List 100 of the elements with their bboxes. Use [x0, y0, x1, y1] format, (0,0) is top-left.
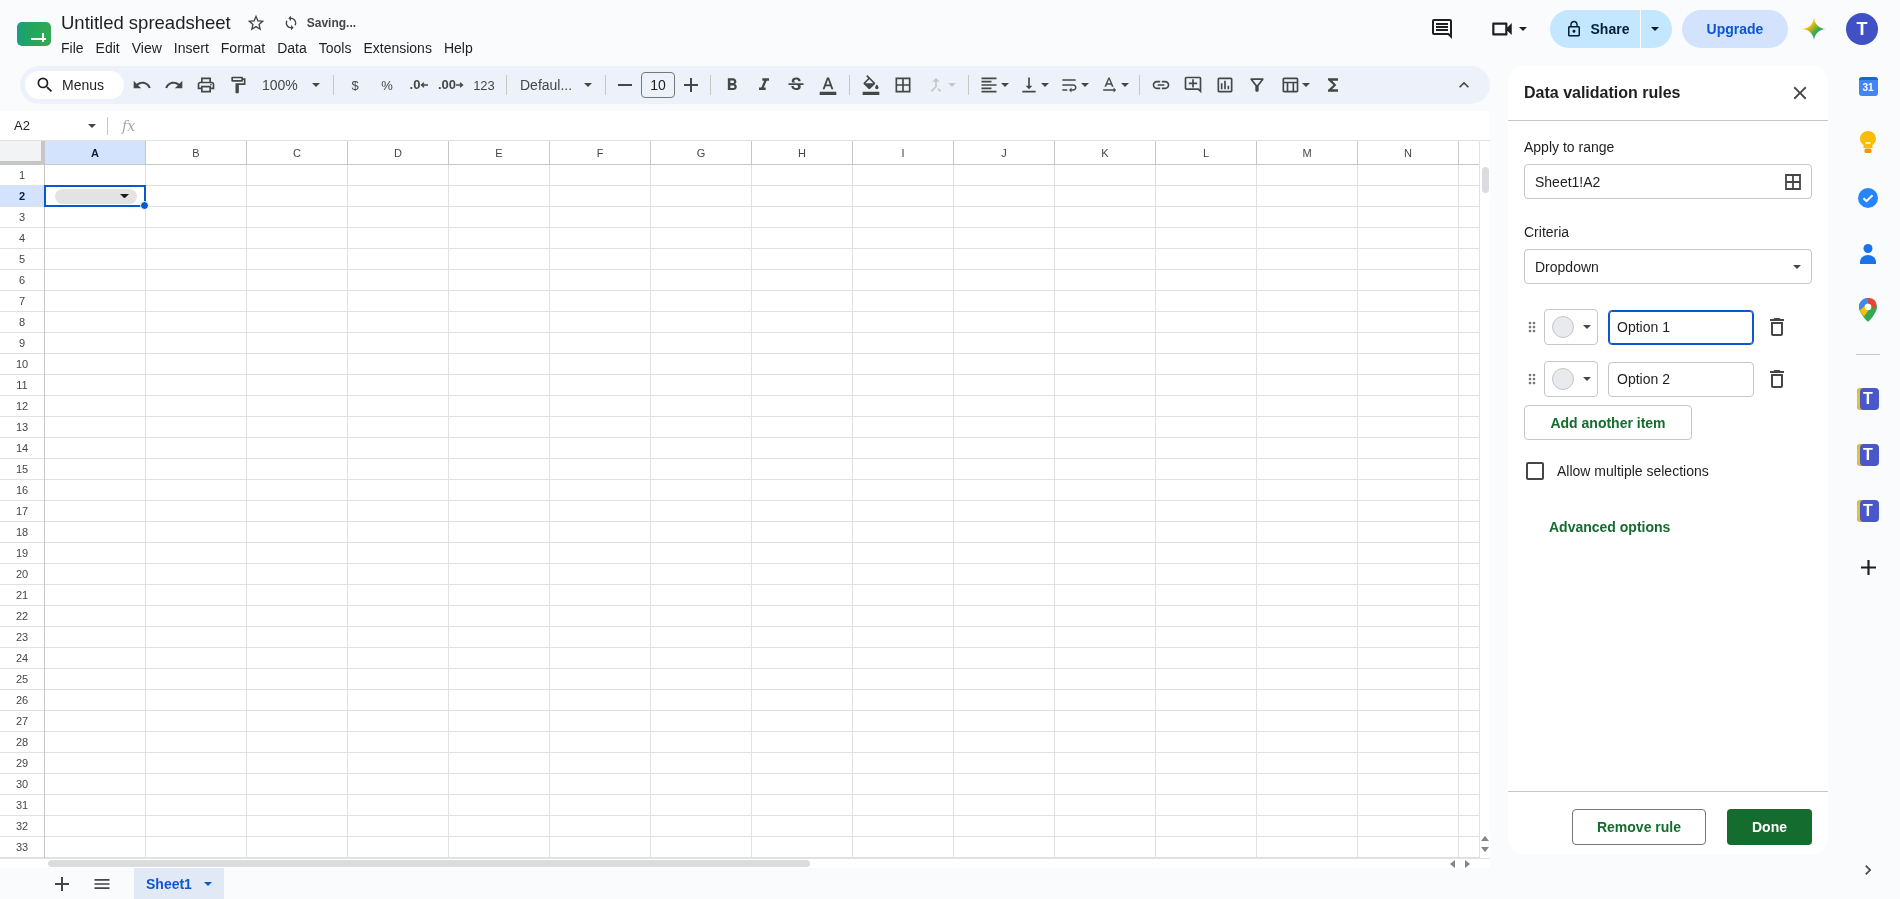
sheet-tab[interactable]: Sheet1: [134, 868, 224, 899]
side-app-button[interactable]: 31: [1850, 68, 1886, 104]
option-input-field[interactable]: Option 1: [1608, 309, 1754, 345]
caret-icon: [584, 83, 592, 87]
caret-icon: [1302, 83, 1310, 87]
scroll-left-icon: [1450, 859, 1455, 868]
percent-format-button[interactable]: %: [373, 71, 401, 99]
option-input-field[interactable]: Option 2: [1608, 361, 1754, 397]
remove-rule-button[interactable]: Remove rule: [1572, 809, 1706, 845]
caret-icon: [120, 193, 129, 199]
addon-button[interactable]: T: [1850, 493, 1886, 529]
number-format-button[interactable]: 123: [469, 71, 499, 99]
caret-icon: [1793, 264, 1801, 269]
addon-icon: T: [1857, 500, 1879, 522]
chart-icon: [1215, 75, 1235, 95]
scroll-right-icon: [1465, 859, 1470, 868]
caret-icon: [1519, 27, 1527, 31]
caret-icon: [1650, 27, 1659, 31]
scrollbar-thumb[interactable]: [48, 860, 810, 867]
advanced-options-link[interactable]: Advanced options: [1524, 509, 1696, 545]
menu-item[interactable]: Tools: [312, 38, 358, 58]
calendar-icon: 31: [1858, 76, 1878, 96]
caret-icon: [1001, 83, 1009, 87]
paint-bucket-icon: [861, 75, 881, 95]
checkbox[interactable]: [1526, 462, 1544, 480]
text-color-icon: [818, 75, 838, 95]
addon-button[interactable]: T: [1850, 437, 1886, 473]
borders-icon: [893, 75, 913, 95]
cell-reference-field[interactable]: A2: [4, 113, 104, 138]
menu-item[interactable]: Format: [214, 38, 272, 58]
color-swatch-icon: [1551, 316, 1574, 338]
plus-icon: [1860, 559, 1876, 575]
zoom-select[interactable]: 100%: [256, 71, 326, 99]
plus-icon: [55, 876, 69, 891]
caret-icon: [1582, 325, 1591, 329]
paint-roller-icon: [228, 75, 248, 95]
field-label: Apply to range: [1524, 138, 1615, 156]
person-icon: [1860, 244, 1876, 264]
color-picker-button[interactable]: [1544, 361, 1598, 397]
color-picker-button[interactable]: [1544, 309, 1598, 345]
color-swatch-icon: [1551, 368, 1574, 390]
arrow-left-icon: [420, 82, 429, 88]
upgrade-button[interactable]: Upgrade: [1682, 10, 1788, 48]
add-item-button[interactable]: Add another item: [1524, 405, 1692, 440]
grid-icon: [1785, 173, 1801, 190]
range-input-field[interactable]: Sheet1!A2: [1524, 164, 1812, 199]
menu-item[interactable]: Edit: [89, 38, 126, 58]
document-title[interactable]: Untitled spreadsheet: [61, 12, 231, 34]
scrollbar-thumb[interactable]: [1481, 167, 1489, 193]
arrow-right-icon: [456, 82, 465, 88]
caret-icon: [1582, 377, 1591, 381]
caret-icon: [948, 83, 956, 87]
align-left-icon: [979, 75, 999, 95]
comment-icon: [1430, 17, 1454, 41]
sparkle-icon: [1802, 17, 1826, 41]
account-avatar[interactable]: T: [1846, 13, 1878, 45]
addon-icon: T: [1857, 388, 1879, 410]
plus-icon: [684, 78, 698, 92]
field-label: Criteria: [1524, 223, 1570, 241]
cell-grid[interactable]: [45, 165, 1479, 858]
check-circle-icon: [1858, 188, 1878, 208]
add-comment-icon: [1183, 75, 1203, 95]
font-select[interactable]: Defaul...: [514, 71, 598, 99]
caret-icon: [1121, 83, 1129, 87]
formula-fx-label: fx: [122, 117, 136, 134]
menu-item[interactable]: Data: [271, 38, 313, 58]
caret-icon: [203, 881, 212, 886]
currency-format-button[interactable]: $: [341, 71, 369, 99]
scroll-down-icon: [1481, 847, 1489, 852]
save-status: Saving...: [306, 16, 357, 30]
scroll-up-icon: [1481, 836, 1489, 841]
checkbox-label: Allow multiple selections: [1557, 463, 1709, 479]
criteria-select[interactable]: Dropdown: [1524, 249, 1812, 284]
minus-icon: [618, 84, 632, 86]
decrease-decimals-button[interactable]: .0: [405, 71, 433, 99]
addon-button[interactable]: T: [1850, 381, 1886, 417]
column-header[interactable]: A: [45, 141, 146, 164]
menu-item[interactable]: File: [55, 38, 90, 58]
menu-item[interactable]: View: [125, 38, 168, 58]
align-bottom-icon: [1019, 75, 1039, 95]
table-icon: [1280, 75, 1300, 95]
fill-handle[interactable]: [140, 201, 149, 210]
done-button[interactable]: Done: [1727, 809, 1812, 845]
share-button[interactable]: Share: [1550, 10, 1640, 48]
font-size-field[interactable]: 10: [641, 72, 675, 98]
row-header[interactable]: 2: [0, 186, 44, 207]
caret-icon: [1041, 83, 1049, 87]
menu-item[interactable]: Insert: [167, 38, 215, 58]
search-icon: [35, 75, 55, 95]
menu-item[interactable]: Extensions: [357, 38, 438, 58]
caret-icon: [312, 83, 320, 87]
selected-cell[interactable]: [44, 185, 146, 207]
caret-icon: [88, 123, 96, 128]
lightbulb-icon: [1860, 131, 1876, 153]
increase-decimals-button[interactable]: .00: [437, 71, 465, 99]
panel-title: Data validation rules: [1524, 84, 1681, 102]
addon-icon: T: [1857, 444, 1879, 466]
menu-item[interactable]: Help: [437, 38, 479, 58]
menus-search-button[interactable]: Menus: [25, 71, 124, 99]
printer-icon: [196, 75, 216, 95]
